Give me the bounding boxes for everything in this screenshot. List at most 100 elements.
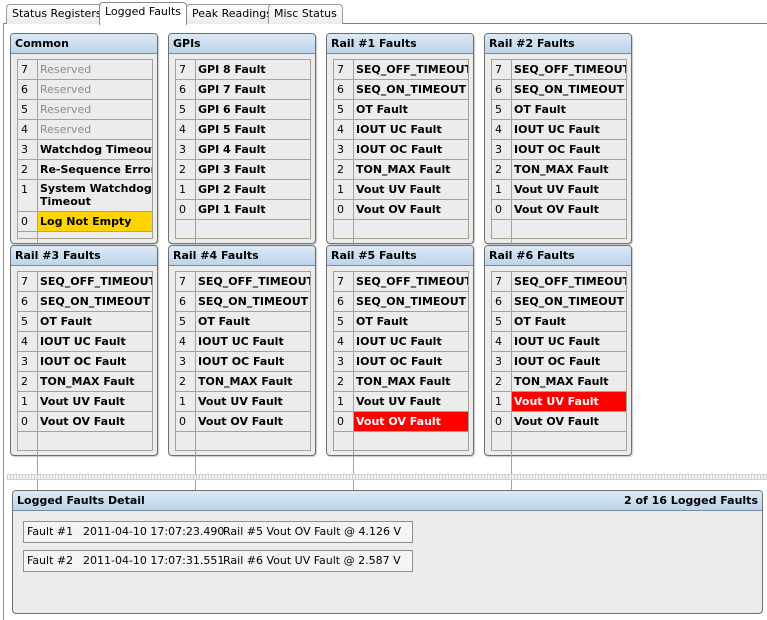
bit-row: 1 GPI 2 Fault (176, 180, 310, 200)
bit-label: Reserved (40, 83, 92, 96)
bit-number: 4 (176, 332, 196, 351)
bit-row: 2 TON_MAX Fault (18, 372, 152, 392)
bit-label: IOUT OC Fault (356, 355, 443, 368)
bit-label: Reserved (40, 63, 92, 76)
bit-label: TON_MAX Fault (356, 375, 451, 388)
bit-number: 5 (18, 312, 38, 331)
bit-number: 4 (492, 332, 512, 351)
bit-row: 7 SEQ_OFF_TIMEOUT (18, 272, 152, 292)
bit-row: 7 SEQ_OFF_TIMEOUT (334, 60, 468, 80)
bit-row: 3 IOUT OC Fault (18, 352, 152, 372)
bit-number: 6 (492, 292, 512, 311)
tab-status-registers[interactable]: Status Registers (6, 4, 108, 24)
bit-row: 4 IOUT UC Fault (334, 120, 468, 140)
bit-row: 6 Reserved (18, 80, 152, 100)
bit-row: 4 IOUT UC Fault (176, 332, 310, 352)
bit-table: 7 Reserved 6 Reserved 5 Reserved 4 Reserved 3 Wat… (17, 59, 153, 410)
bit-table: 7 GPI 8 Fault 6 GPI 7 Fault 5 GPI 6 Fault 4 GPI… (175, 59, 311, 398)
fault-entry[interactable]: Fault #1 2011-04-10 17:07:23.490Rail #5 V… (23, 521, 413, 543)
bit-row: 6 SEQ_ON_TIMEOUT (492, 80, 626, 100)
group-rail-3-faults: Rail #3 Faults 7 SEQ_OFF_TIMEOUT 6 SEQ_ON_TI… (10, 245, 158, 610)
bit-number: 2 (492, 160, 512, 179)
group-rail-2-faults: Rail #2 Faults 7 SEQ_OFF_TIMEOUT 6 SEQ_ON_TI… (484, 33, 632, 398)
bit-number: 5 (334, 312, 354, 331)
bit-label: TON_MAX Fault (356, 163, 451, 176)
bit-label: Vout OV Fault (514, 415, 599, 428)
bit-number: 2 (334, 160, 354, 179)
bit-number: 6 (334, 292, 354, 311)
bit-row: 1 Vout UV Fault (334, 392, 468, 412)
bit-number: 0 (18, 412, 38, 431)
active-fault-indicator: Vout UV Fault (512, 392, 626, 411)
group-rail-4-faults: Rail #4 Faults 7 SEQ_OFF_TIMEOUT 6 SEQ_ON_TI… (168, 245, 316, 610)
bit-number: 3 (176, 352, 196, 371)
bit-row: 4 IOUT UC Fault (334, 332, 468, 352)
bit-row: 6 GPI 7 Fault (176, 80, 310, 100)
bit-row: 0 Log Not Empty (18, 212, 152, 232)
bit-label: IOUT UC Fault (514, 335, 600, 348)
bit-row: 2 GPI 3 Fault (176, 160, 310, 180)
group-rail-6-faults: Rail #6 Faults 7 SEQ_OFF_TIMEOUT 6 SEQ_ON_TI… (484, 245, 632, 610)
bit-number: 1 (18, 180, 38, 211)
bit-label: SEQ_ON_TIMEOUT (514, 295, 625, 308)
fault-entry[interactable]: Fault #2 2011-04-10 17:07:31.551Rail #6 V… (23, 550, 413, 572)
tab-bar: Status Registers Logged Faults Peak Read… (0, 0, 767, 25)
bit-label: OT Fault (40, 315, 92, 328)
bit-number: 6 (18, 292, 38, 311)
tab-peak-readings[interactable]: Peak Readings (186, 4, 278, 24)
logged-faults-detail: Logged Faults Detail 2 of 16 Logged Faul… (12, 490, 763, 614)
tab-logged-faults[interactable]: Logged Faults (99, 2, 188, 25)
bit-number: 0 (334, 412, 354, 431)
bit-row: 6 SEQ_ON_TIMEOUT (18, 292, 152, 312)
splitter-handle[interactable] (7, 474, 767, 480)
group-title: Rail #1 Faults (327, 34, 473, 54)
bit-label: GPI 5 Fault (198, 123, 266, 136)
bit-label: SEQ_OFF_TIMEOUT (514, 275, 626, 288)
bit-number: 1 (334, 180, 354, 199)
bit-number: 3 (334, 352, 354, 371)
bit-row: 2 TON_MAX Fault (334, 372, 468, 392)
bit-row: 7 SEQ_OFF_TIMEOUT (176, 272, 310, 292)
bit-table: 7 SEQ_OFF_TIMEOUT 6 SEQ_ON_TIMEOUT 5 OT Fault… (491, 271, 627, 610)
bit-row: 1 Vout UV Fault (492, 180, 626, 200)
bit-row: 0 Vout OV Fault (492, 412, 626, 432)
bit-label: OT Fault (356, 315, 408, 328)
fault-timestamp: 2011-04-10 17:07:31.551 (83, 554, 225, 567)
bit-label: Vout OV Fault (198, 415, 283, 428)
bit-row: 5 OT Fault (18, 312, 152, 332)
bit-row: 7 SEQ_OFF_TIMEOUT (492, 60, 626, 80)
bit-label: Reserved (40, 103, 92, 116)
bit-number: 0 (18, 212, 38, 231)
group-title: GPIs (169, 34, 315, 54)
bit-number: 4 (18, 120, 38, 139)
bit-row: 1 Vout UV Fault (334, 180, 468, 200)
bit-label: Vout OV Fault (356, 203, 441, 216)
bit-label: SEQ_ON_TIMEOUT (514, 83, 625, 96)
bit-number: 0 (176, 412, 196, 431)
bit-label: Vout UV Fault (40, 395, 125, 408)
bit-number: 7 (18, 272, 38, 291)
bit-label: OT Fault (198, 315, 250, 328)
bit-number: 2 (334, 372, 354, 391)
bit-number: 6 (18, 80, 38, 99)
bit-label: SEQ_OFF_TIMEOUT (356, 63, 468, 76)
bit-row: 4 IOUT UC Fault (492, 120, 626, 140)
bit-number: 5 (176, 100, 196, 119)
bit-number: 1 (492, 392, 512, 411)
bit-label: SEQ_OFF_TIMEOUT (198, 275, 310, 288)
bit-label: Vout UV Fault (356, 183, 441, 196)
bit-row: 1 Vout UV Fault (176, 392, 310, 412)
bit-number: 4 (176, 120, 196, 139)
bit-number: 6 (176, 292, 196, 311)
bit-row: 1 Vout UV Fault (492, 392, 626, 412)
bit-label: OT Fault (356, 103, 408, 116)
bit-label: SEQ_OFF_TIMEOUT (40, 275, 152, 288)
bit-row: 5 OT Fault (334, 100, 468, 120)
bit-label: GPI 2 Fault (198, 183, 266, 196)
group-title: Rail #3 Faults (11, 246, 157, 266)
bit-row: 2 TON_MAX Fault (334, 160, 468, 180)
group-gpis: GPIs 7 GPI 8 Fault 6 GPI 7 Fault 5 GPI 6 Fault… (168, 33, 316, 398)
bit-label: SEQ_OFF_TIMEOUT (514, 63, 626, 76)
tab-misc-status[interactable]: Misc Status (268, 4, 343, 24)
fault-groups-area: Common 7 Reserved 6 Reserved 5 Reserved 4 Reserv… (4, 24, 767, 610)
